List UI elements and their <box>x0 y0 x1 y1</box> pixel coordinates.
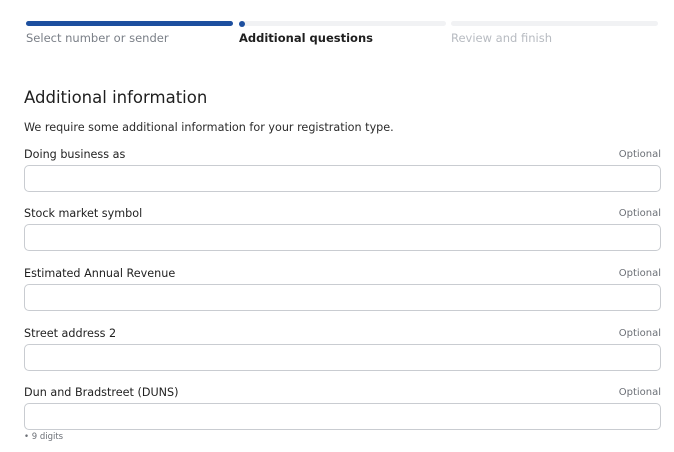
step-track <box>451 21 658 26</box>
duns-input[interactable] <box>24 403 661 430</box>
optional-tag: Optional <box>618 328 661 339</box>
step-label: Review and finish <box>451 31 552 45</box>
field-label: Dun and Bradstreet (DUNS) <box>24 386 179 399</box>
optional-tag: Optional <box>618 208 661 219</box>
step-select-number: Select number or sender <box>26 21 233 45</box>
step-label: Select number or sender <box>26 31 169 45</box>
step-review-finish: Review and finish <box>451 21 658 45</box>
progress-stepper: Select number or sender Additional quest… <box>26 20 658 45</box>
stock-market-symbol-input[interactable] <box>24 224 661 251</box>
step-track <box>239 20 446 27</box>
street-address-2-input[interactable] <box>24 344 661 371</box>
doing-business-as-input[interactable] <box>24 165 661 192</box>
step-label: Additional questions <box>239 31 373 45</box>
field-label: Estimated Annual Revenue <box>24 267 176 280</box>
current-step-indicator <box>239 20 245 27</box>
step-additional-questions: Additional questions <box>239 20 446 45</box>
section-description: We require some additional information f… <box>24 121 394 134</box>
optional-tag: Optional <box>618 149 661 160</box>
optional-tag: Optional <box>618 387 661 398</box>
step-progress-fill <box>26 21 233 26</box>
section-title: Additional information <box>24 88 208 107</box>
field-label: Street address 2 <box>24 327 117 340</box>
field-label: Doing business as <box>24 148 126 161</box>
annual-revenue-input[interactable] <box>24 284 661 311</box>
step-track <box>26 21 233 26</box>
field-label: Stock market symbol <box>24 207 143 220</box>
optional-tag: Optional <box>618 268 661 279</box>
duns-hint: • 9 digits <box>24 432 64 442</box>
